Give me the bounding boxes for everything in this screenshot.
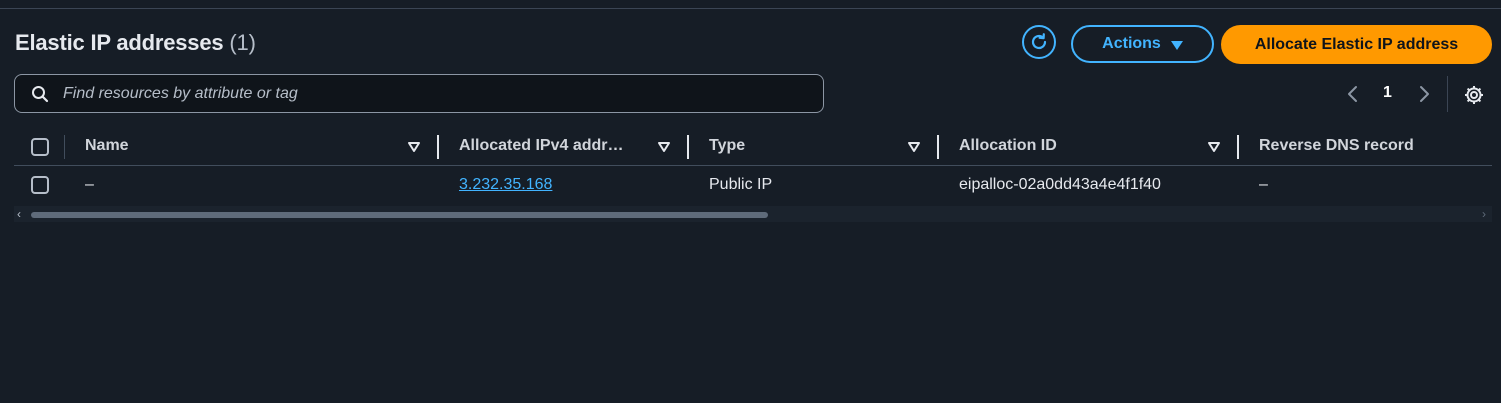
- search-input[interactable]: [61, 81, 805, 107]
- column-header-type[interactable]: Type: [709, 137, 745, 155]
- chevron-left-icon[interactable]: [1346, 84, 1360, 104]
- select-all-checkbox[interactable]: [31, 138, 49, 156]
- column-header-ipv4[interactable]: Allocated IPv4 addr…: [459, 137, 624, 155]
- refresh-button[interactable]: [1022, 25, 1056, 59]
- scroll-left-icon[interactable]: ‹: [17, 207, 21, 221]
- cell-type: Public IP: [709, 176, 773, 193]
- sort-icon[interactable]: [657, 141, 671, 153]
- allocate-elastic-ip-button[interactable]: Allocate Elastic IP address: [1221, 25, 1492, 64]
- current-page-number[interactable]: 1: [1383, 84, 1392, 102]
- sort-icon[interactable]: [407, 141, 421, 153]
- scroll-right-icon[interactable]: ›: [1482, 207, 1486, 221]
- column-header-reverse-dns[interactable]: Reverse DNS record: [1259, 137, 1414, 155]
- chevron-right-icon[interactable]: [1417, 84, 1431, 104]
- sort-icon[interactable]: [1207, 141, 1221, 153]
- column-resizer[interactable]: [437, 135, 439, 159]
- page-title: Elastic IP addresses (1): [15, 30, 256, 56]
- caret-down-icon: [1170, 40, 1183, 50]
- horizontal-scrollbar[interactable]: ‹ ›: [14, 206, 1492, 222]
- column-header-name[interactable]: Name: [85, 137, 129, 155]
- sort-icon[interactable]: [907, 141, 921, 153]
- scrollbar-thumb[interactable]: [31, 212, 768, 218]
- cell-reverse-dns: –: [1259, 176, 1268, 193]
- column-header-allocation-id[interactable]: Allocation ID: [959, 137, 1057, 155]
- table-header-divider: [14, 165, 1492, 166]
- gear-icon[interactable]: [1463, 84, 1485, 106]
- actions-dropdown-button[interactable]: Actions: [1071, 25, 1214, 63]
- resource-count: (1): [229, 30, 256, 55]
- cell-name: –: [85, 176, 94, 193]
- top-divider: [0, 8, 1501, 9]
- allocate-label: Allocate Elastic IP address: [1254, 35, 1459, 53]
- search-icon: [32, 86, 49, 103]
- column-resizer[interactable]: [937, 135, 939, 159]
- row-checkbox[interactable]: [31, 176, 49, 194]
- actions-label: Actions: [1102, 35, 1161, 52]
- search-field[interactable]: [14, 74, 824, 113]
- cell-allocation-id: eipalloc-02a0dd43a4e4f1f40: [959, 176, 1161, 193]
- column-resizer[interactable]: [1237, 135, 1239, 159]
- cell-ipv4-link[interactable]: 3.232.35.168: [459, 176, 552, 194]
- refresh-icon: [1031, 33, 1047, 50]
- column-resizer[interactable]: [687, 135, 689, 159]
- pager-divider: [1447, 76, 1448, 112]
- page-title-text: Elastic IP addresses: [15, 30, 224, 55]
- column-separator: [64, 135, 65, 159]
